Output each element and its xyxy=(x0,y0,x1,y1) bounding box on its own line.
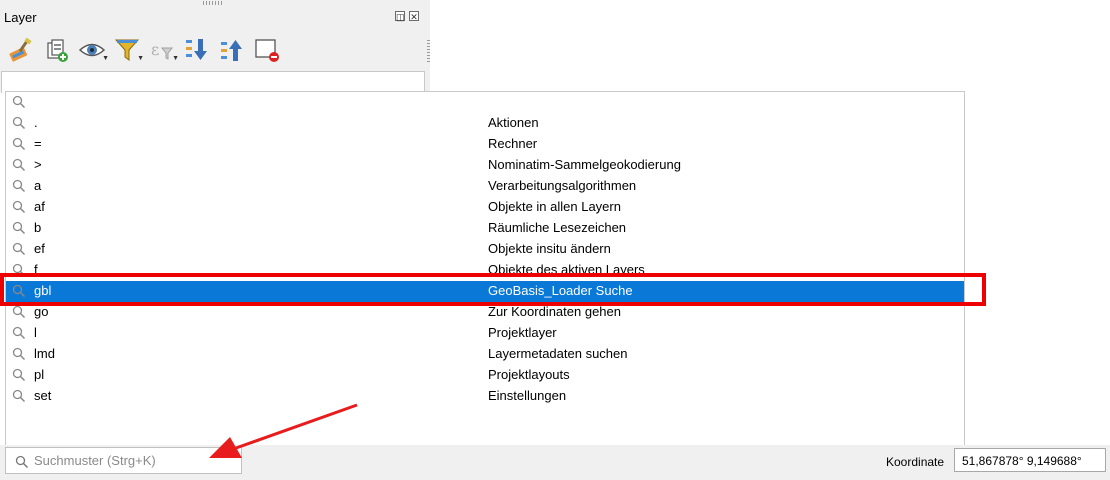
locator-description: GeoBasis_Loader Suche xyxy=(488,283,633,298)
locator-prefix: set xyxy=(34,388,52,403)
locator-description: Nominatim-Sammelgeokodierung xyxy=(488,157,681,172)
search-icon xyxy=(12,284,26,301)
locator-description: Objekte des aktiven Layers xyxy=(488,262,645,277)
locator-result-row[interactable]: go Zur Koordinaten gehen xyxy=(6,302,964,323)
search-icon xyxy=(12,305,26,322)
locator-prefix: pl xyxy=(34,367,45,382)
locator-result-row[interactable]: set Einstellungen xyxy=(6,386,964,407)
locator-prefix: . xyxy=(34,115,38,130)
float-panel-button[interactable]: ◫ xyxy=(395,11,405,22)
locator-prefix: lmd xyxy=(34,346,55,361)
locator-result-row[interactable]: l Projektlayer xyxy=(6,323,964,344)
locator-result-row[interactable]: f Objekte des aktiven Layers xyxy=(6,260,964,281)
paintbrush-style-icon[interactable] xyxy=(8,36,36,64)
search-icon xyxy=(12,221,26,238)
coordinate-field[interactable]: 51,867878° 9,149688° xyxy=(954,448,1106,472)
search-icon xyxy=(12,347,26,364)
locator-prefix: go xyxy=(34,304,49,319)
layer-toolbar: ▼ ▼ ε ▼ xyxy=(8,34,281,66)
locator-result-row[interactable]: a Verarbeitungsalgorithmen xyxy=(6,176,964,197)
search-icon xyxy=(12,95,26,112)
locator-result-row[interactable]: > Nominatim-Sammelgeokodierung xyxy=(6,155,964,176)
locator-description: Layermetadaten suchen xyxy=(488,346,628,361)
locator-prefix: f xyxy=(34,262,38,277)
search-icon xyxy=(12,200,26,217)
coordinate-label: Koordinate xyxy=(886,455,945,469)
search-icon xyxy=(12,368,26,385)
locator-description: Räumliche Lesezeichen xyxy=(488,220,627,235)
locator-result-row[interactable]: lmd Layermetadaten suchen xyxy=(6,344,964,365)
locator-search-input[interactable] xyxy=(34,451,234,470)
locator-result-row[interactable]: pl Projektlayouts xyxy=(6,365,964,386)
locator-prefix: l xyxy=(34,325,37,340)
locator-description: Verarbeitungsalgorithmen xyxy=(488,178,637,193)
locator-prefix: ef xyxy=(34,241,45,256)
search-icon xyxy=(12,158,26,175)
locator-prefix: > xyxy=(34,157,42,172)
locator-result-row[interactable]: ef Objekte insitu ändern xyxy=(6,239,964,260)
add-group-icon[interactable] xyxy=(43,36,71,64)
layer-panel: Layer ◫ ✕ ▼ ▼ ε ▼ xyxy=(0,0,430,93)
search-icon xyxy=(15,455,29,469)
locator-result-row[interactable]: . Aktionen xyxy=(6,113,964,134)
search-icon xyxy=(12,263,26,280)
eye-visibility-icon[interactable]: ▼ xyxy=(78,36,109,64)
panel-grip[interactable] xyxy=(203,1,223,5)
locator-description: Aktionen xyxy=(488,115,539,130)
svg-text:ε: ε xyxy=(151,40,159,59)
locator-result-row[interactable]: = Rechner xyxy=(6,134,964,155)
locator-search-box[interactable] xyxy=(5,447,242,474)
locator-description: Projektlayer xyxy=(488,325,557,340)
locator-prefix: af xyxy=(34,199,45,214)
close-panel-button[interactable]: ✕ xyxy=(409,11,419,22)
expand-all-icon[interactable] xyxy=(183,36,211,64)
collapse-all-icon[interactable] xyxy=(218,36,246,64)
search-icon xyxy=(12,116,26,133)
search-icon xyxy=(12,326,26,343)
locator-prefix: b xyxy=(34,220,42,235)
layer-tree[interactable] xyxy=(1,71,425,93)
locator-results-list: . Aktionen = Rechner > Nominatim-Sammelgeokod… xyxy=(5,91,965,446)
search-icon xyxy=(12,242,26,259)
locator-description: Projektlayouts xyxy=(488,367,570,382)
locator-description: Zur Koordinaten gehen xyxy=(488,304,621,319)
search-icon xyxy=(12,179,26,196)
filter-expression-icon[interactable]: ε ▼ xyxy=(148,36,179,64)
locator-result-row[interactable]: b Räumliche Lesezeichen xyxy=(6,218,964,239)
search-icon xyxy=(12,389,26,406)
locator-description: Objekte insitu ändern xyxy=(488,241,611,256)
locator-prefix: = xyxy=(34,136,42,151)
filter-legend-icon[interactable]: ▼ xyxy=(113,36,144,64)
locator-result-row[interactable] xyxy=(6,92,964,113)
locator-result-row[interactable]: gbl GeoBasis_Loader Suche xyxy=(6,281,964,302)
locator-result-row[interactable]: af Objekte in allen Layern xyxy=(6,197,964,218)
remove-layer-icon[interactable] xyxy=(253,36,281,64)
locator-description: Rechner xyxy=(488,136,538,151)
locator-description: Objekte in allen Layern xyxy=(488,199,621,214)
status-bar: Koordinate 51,867878° 9,149688° xyxy=(0,445,1110,480)
search-icon xyxy=(12,137,26,154)
locator-prefix: gbl xyxy=(34,283,52,298)
panel-title: Layer xyxy=(4,10,37,25)
locator-description: Einstellungen xyxy=(488,388,567,403)
toolbar-grip[interactable] xyxy=(427,40,430,62)
locator-prefix: a xyxy=(34,178,42,193)
